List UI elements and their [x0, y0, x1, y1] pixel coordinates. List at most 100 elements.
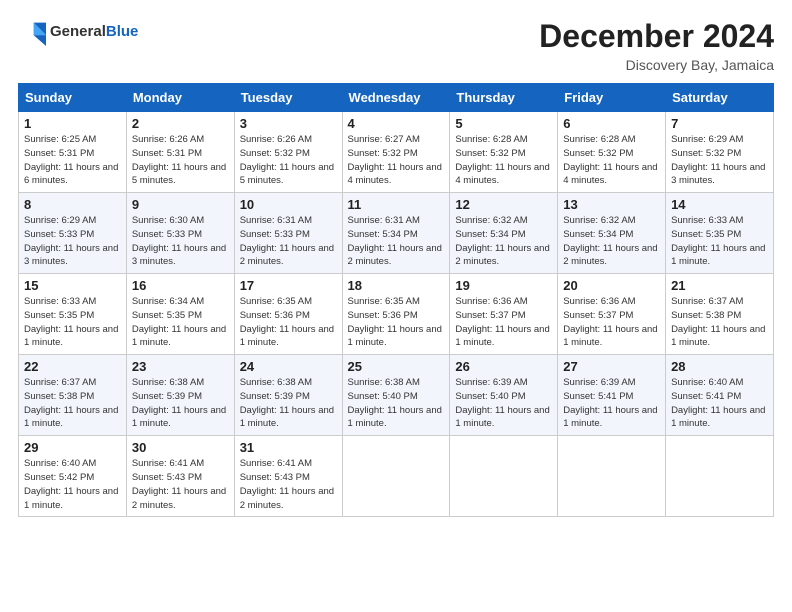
day-of-week-saturday: Saturday: [666, 84, 774, 112]
calendar-table: SundayMondayTuesdayWednesdayThursdayFrid…: [18, 83, 774, 517]
day-info: Sunrise: 6:35 AMSunset: 5:36 PMDaylight:…: [240, 295, 337, 350]
day-number: 29: [24, 440, 121, 455]
calendar-cell: 2 Sunrise: 6:26 AMSunset: 5:31 PMDaylight…: [126, 112, 234, 193]
day-info: Sunrise: 6:36 AMSunset: 5:37 PMDaylight:…: [563, 295, 660, 350]
day-number: 13: [563, 197, 660, 212]
logo-blue: Blue: [106, 23, 139, 40]
day-info: Sunrise: 6:31 AMSunset: 5:33 PMDaylight:…: [240, 214, 337, 269]
day-number: 11: [348, 197, 445, 212]
calendar-cell: 13 Sunrise: 6:32 AMSunset: 5:34 PMDayligh…: [558, 193, 666, 274]
calendar-cell: 9 Sunrise: 6:30 AMSunset: 5:33 PMDaylight…: [126, 193, 234, 274]
calendar-week-3: 15Sunrise: 6:33 AMSunset: 5:35 PMDayligh…: [19, 274, 774, 355]
day-info: Sunrise: 6:32 AMSunset: 5:34 PMDaylight:…: [455, 214, 552, 269]
calendar-cell: 3 Sunrise: 6:26 AMSunset: 5:32 PMDaylight…: [234, 112, 342, 193]
day-info: Sunrise: 6:29 AMSunset: 5:33 PMDaylight:…: [24, 214, 121, 269]
day-info: Sunrise: 6:32 AMSunset: 5:34 PMDaylight:…: [563, 214, 660, 269]
day-of-week-tuesday: Tuesday: [234, 84, 342, 112]
day-number: 5: [455, 116, 552, 131]
day-info: Sunrise: 6:37 AMSunset: 5:38 PMDaylight:…: [671, 295, 768, 350]
day-number: 7: [671, 116, 768, 131]
day-info: Sunrise: 6:31 AMSunset: 5:34 PMDaylight:…: [348, 214, 445, 269]
calendar-cell: 29 Sunrise: 6:40 AMSunset: 5:42 PMDayligh…: [19, 436, 127, 517]
day-number: 12: [455, 197, 552, 212]
day-of-week-wednesday: Wednesday: [342, 84, 450, 112]
day-info: Sunrise: 6:39 AMSunset: 5:41 PMDaylight:…: [563, 376, 660, 431]
day-info: Sunrise: 6:30 AMSunset: 5:33 PMDaylight:…: [132, 214, 229, 269]
calendar-cell: 8 Sunrise: 6:29 AMSunset: 5:33 PMDaylight…: [19, 193, 127, 274]
page: GeneralBlue December 2024 Discovery Bay,…: [0, 0, 792, 612]
day-number: 27: [563, 359, 660, 374]
calendar-week-1: 1 Sunrise: 6:25 AMSunset: 5:31 PMDaylight…: [19, 112, 774, 193]
day-number: 10: [240, 197, 337, 212]
day-info: Sunrise: 6:35 AMSunset: 5:36 PMDaylight:…: [348, 295, 445, 350]
calendar-header-row: SundayMondayTuesdayWednesdayThursdayFrid…: [19, 84, 774, 112]
calendar-cell: [450, 436, 558, 517]
day-number: 23: [132, 359, 229, 374]
day-number: 25: [348, 359, 445, 374]
day-number: 18: [348, 278, 445, 293]
logo-general: General: [50, 23, 106, 40]
calendar-cell: 7 Sunrise: 6:29 AMSunset: 5:32 PMDaylight…: [666, 112, 774, 193]
day-number: 20: [563, 278, 660, 293]
calendar-cell: 19Sunrise: 6:36 AMSunset: 5:37 PMDayligh…: [450, 274, 558, 355]
day-info: Sunrise: 6:33 AMSunset: 5:35 PMDaylight:…: [671, 214, 768, 269]
calendar-cell: 16Sunrise: 6:34 AMSunset: 5:35 PMDayligh…: [126, 274, 234, 355]
calendar-week-5: 29 Sunrise: 6:40 AMSunset: 5:42 PMDayligh…: [19, 436, 774, 517]
logo-text: GeneralBlue: [50, 24, 138, 41]
calendar-cell: 12 Sunrise: 6:32 AMSunset: 5:34 PMDayligh…: [450, 193, 558, 274]
location: Discovery Bay, Jamaica: [539, 57, 774, 73]
day-number: 1: [24, 116, 121, 131]
calendar-week-4: 22 Sunrise: 6:37 AMSunset: 5:38 PMDayligh…: [19, 355, 774, 436]
calendar-cell: 22 Sunrise: 6:37 AMSunset: 5:38 PMDayligh…: [19, 355, 127, 436]
calendar-cell: 11 Sunrise: 6:31 AMSunset: 5:34 PMDayligh…: [342, 193, 450, 274]
month-title: December 2024: [539, 18, 774, 55]
logo: GeneralBlue: [18, 18, 138, 46]
day-number: 8: [24, 197, 121, 212]
day-info: Sunrise: 6:41 AMSunset: 5:43 PMDaylight:…: [240, 457, 337, 512]
calendar-body: 1 Sunrise: 6:25 AMSunset: 5:31 PMDaylight…: [19, 112, 774, 517]
day-info: Sunrise: 6:28 AMSunset: 5:32 PMDaylight:…: [455, 133, 552, 188]
day-info: Sunrise: 6:38 AMSunset: 5:40 PMDaylight:…: [348, 376, 445, 431]
calendar-cell: 6Sunrise: 6:28 AMSunset: 5:32 PMDaylight…: [558, 112, 666, 193]
calendar-cell: 20 Sunrise: 6:36 AMSunset: 5:37 PMDayligh…: [558, 274, 666, 355]
day-number: 21: [671, 278, 768, 293]
logo-icon: [18, 18, 46, 46]
day-info: Sunrise: 6:36 AMSunset: 5:37 PMDaylight:…: [455, 295, 552, 350]
calendar-cell: 28Sunrise: 6:40 AMSunset: 5:41 PMDayligh…: [666, 355, 774, 436]
day-number: 9: [132, 197, 229, 212]
day-info: Sunrise: 6:26 AMSunset: 5:32 PMDaylight:…: [240, 133, 337, 188]
calendar-cell: 24Sunrise: 6:38 AMSunset: 5:39 PMDayligh…: [234, 355, 342, 436]
title-block: December 2024 Discovery Bay, Jamaica: [539, 18, 774, 73]
day-of-week-sunday: Sunday: [19, 84, 127, 112]
calendar-cell: 26Sunrise: 6:39 AMSunset: 5:40 PMDayligh…: [450, 355, 558, 436]
day-info: Sunrise: 6:39 AMSunset: 5:40 PMDaylight:…: [455, 376, 552, 431]
calendar-cell: [342, 436, 450, 517]
day-info: Sunrise: 6:37 AMSunset: 5:38 PMDaylight:…: [24, 376, 121, 431]
day-info: Sunrise: 6:25 AMSunset: 5:31 PMDaylight:…: [24, 133, 121, 188]
day-of-week-thursday: Thursday: [450, 84, 558, 112]
calendar-cell: 30 Sunrise: 6:41 AMSunset: 5:43 PMDayligh…: [126, 436, 234, 517]
day-info: Sunrise: 6:26 AMSunset: 5:31 PMDaylight:…: [132, 133, 229, 188]
day-number: 22: [24, 359, 121, 374]
day-info: Sunrise: 6:41 AMSunset: 5:43 PMDaylight:…: [132, 457, 229, 512]
calendar-cell: 21 Sunrise: 6:37 AMSunset: 5:38 PMDayligh…: [666, 274, 774, 355]
calendar-cell: 18 Sunrise: 6:35 AMSunset: 5:36 PMDayligh…: [342, 274, 450, 355]
calendar-cell: [666, 436, 774, 517]
day-info: Sunrise: 6:29 AMSunset: 5:32 PMDaylight:…: [671, 133, 768, 188]
calendar-cell: 25 Sunrise: 6:38 AMSunset: 5:40 PMDayligh…: [342, 355, 450, 436]
day-number: 31: [240, 440, 337, 455]
day-info: Sunrise: 6:38 AMSunset: 5:39 PMDaylight:…: [132, 376, 229, 431]
day-number: 17: [240, 278, 337, 293]
calendar-cell: [558, 436, 666, 517]
day-info: Sunrise: 6:40 AMSunset: 5:42 PMDaylight:…: [24, 457, 121, 512]
day-number: 14: [671, 197, 768, 212]
calendar-cell: 1 Sunrise: 6:25 AMSunset: 5:31 PMDaylight…: [19, 112, 127, 193]
calendar-cell: 23 Sunrise: 6:38 AMSunset: 5:39 PMDayligh…: [126, 355, 234, 436]
day-number: 15: [24, 278, 121, 293]
calendar-cell: 10 Sunrise: 6:31 AMSunset: 5:33 PMDayligh…: [234, 193, 342, 274]
day-number: 30: [132, 440, 229, 455]
calendar-cell: 31 Sunrise: 6:41 AMSunset: 5:43 PMDayligh…: [234, 436, 342, 517]
day-number: 2: [132, 116, 229, 131]
day-info: Sunrise: 6:27 AMSunset: 5:32 PMDaylight:…: [348, 133, 445, 188]
day-number: 3: [240, 116, 337, 131]
